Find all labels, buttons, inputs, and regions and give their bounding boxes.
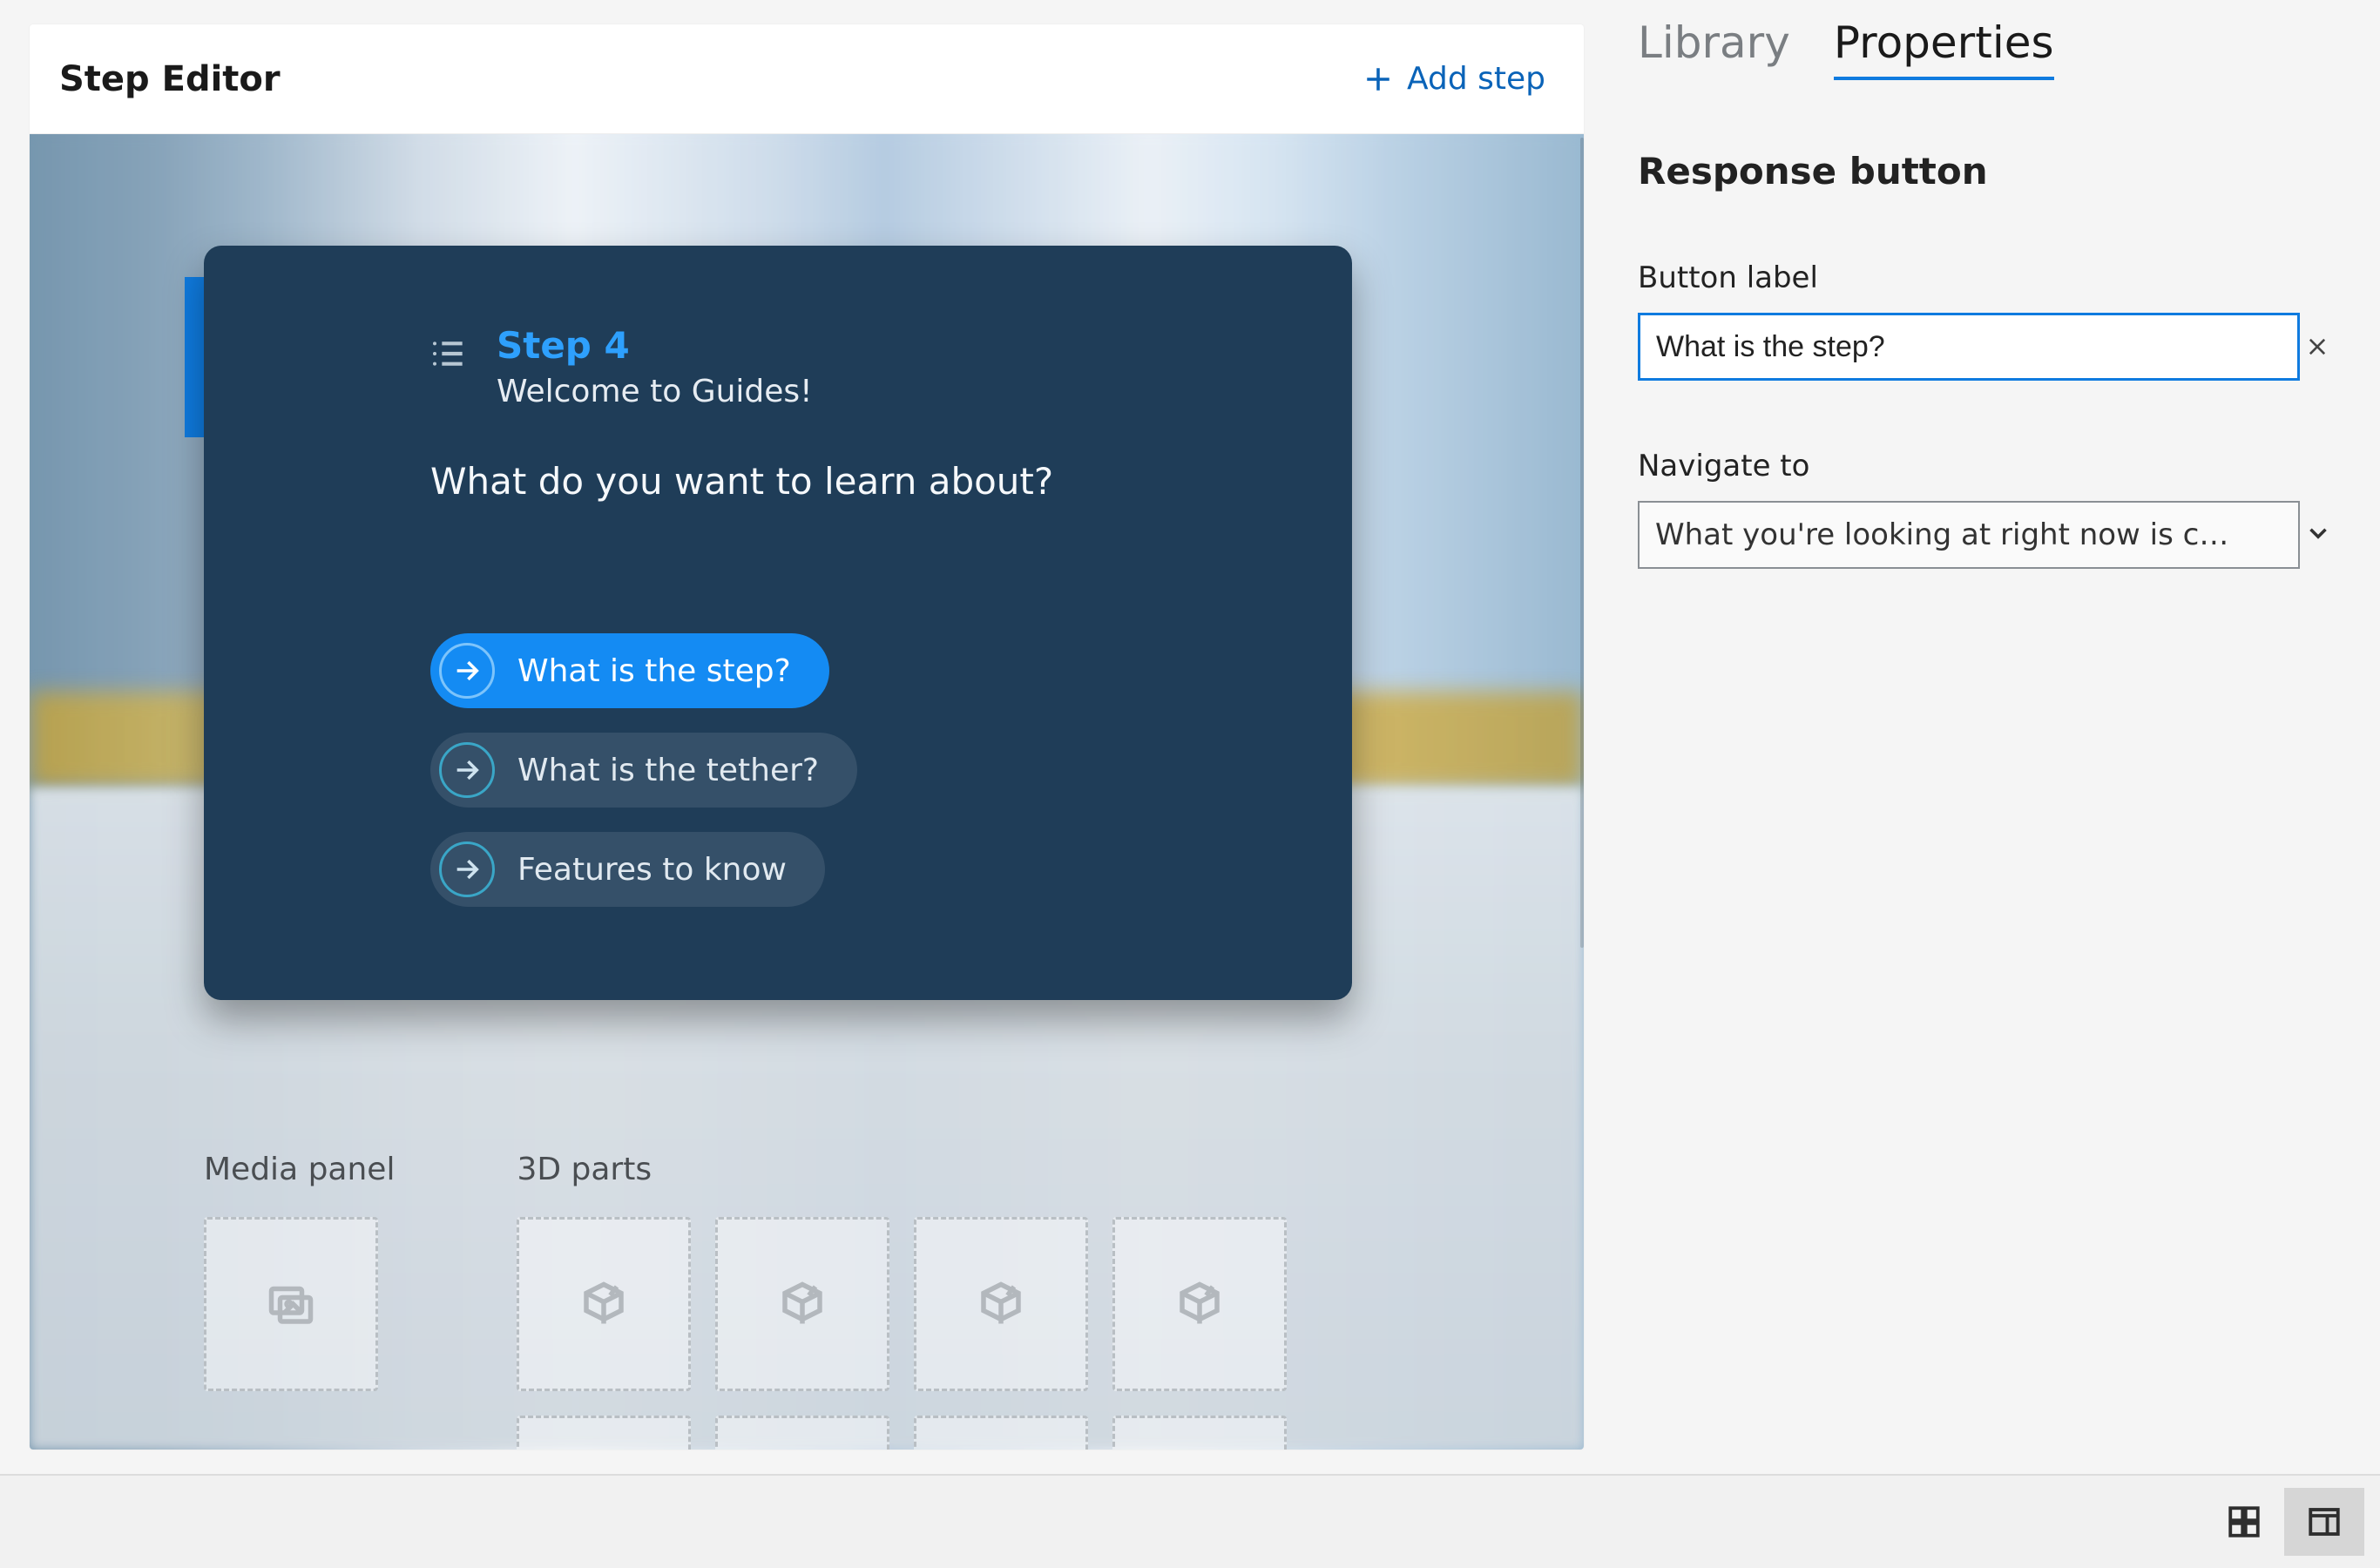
navigate-to-value: What you're looking at right now is call… (1655, 517, 2246, 552)
response-label: What is the tether? (517, 753, 819, 788)
numbered-list-icon (430, 336, 465, 371)
3d-part-slot[interactable] (1112, 1416, 1287, 1450)
image-icon (265, 1278, 317, 1330)
close-icon (2305, 335, 2329, 359)
clear-input-button[interactable] (2289, 313, 2345, 381)
arrow-right-icon (439, 841, 495, 897)
3d-part-slot[interactable] (517, 1217, 691, 1391)
cube-icon (578, 1278, 630, 1330)
navigate-to-field-label: Navigate to (1638, 449, 2345, 483)
tab-properties[interactable]: Properties (1834, 17, 2054, 80)
responses-list: What is the step? What is the tether? Fe… (430, 633, 1291, 907)
chevron-down-icon (2303, 518, 2333, 551)
plus-icon (1363, 64, 1393, 94)
3d-parts-title: 3D parts (517, 1152, 1287, 1187)
arrow-right-icon (439, 643, 495, 699)
button-label-field-label: Button label (1638, 260, 2345, 295)
3d-part-slot[interactable] (1112, 1217, 1287, 1391)
media-slot[interactable] (204, 1217, 378, 1391)
editor-header: Step Editor Add step (30, 24, 1584, 134)
editor-stage: Step 4 Welcome to Guides! What do you wa… (30, 134, 1584, 1450)
step-subtitle: Welcome to Guides! (497, 374, 813, 409)
3d-part-slot[interactable] (517, 1416, 691, 1450)
editor-shell: Step Editor Add step (30, 24, 1584, 1450)
response-button-3[interactable]: Features to know (430, 832, 825, 907)
cube-icon (776, 1278, 828, 1330)
section-title: Response button (1638, 150, 2345, 193)
step-question: What do you want to learn about? (430, 460, 1291, 503)
tab-library[interactable]: Library (1638, 17, 1790, 80)
grid-view-button[interactable] (2204, 1488, 2284, 1556)
response-label: What is the step? (517, 653, 791, 689)
panel-layout-icon (2306, 1504, 2343, 1540)
3d-part-slot[interactable] (914, 1217, 1088, 1391)
response-button-2[interactable]: What is the tether? (430, 733, 857, 808)
navigate-to-select[interactable]: What you're looking at right now is call… (1638, 501, 2300, 569)
step-card: Step 4 Welcome to Guides! What do you wa… (204, 246, 1352, 1000)
cube-icon (1173, 1278, 1226, 1330)
grid-icon (2226, 1504, 2262, 1540)
properties-pane: Library Properties Response button Butto… (1603, 0, 2380, 1474)
3d-part-slot[interactable] (715, 1416, 889, 1450)
add-step-button[interactable]: Add step (1363, 61, 1545, 97)
3d-part-slot[interactable] (914, 1416, 1088, 1450)
response-button-1[interactable]: What is the step? (430, 633, 829, 708)
button-label-input[interactable] (1638, 313, 2300, 381)
cube-icon (975, 1278, 1027, 1330)
editor-title: Step Editor (59, 59, 281, 99)
add-step-label: Add step (1407, 61, 1545, 97)
step-number: Step 4 (497, 324, 813, 367)
response-label: Features to know (517, 852, 787, 888)
media-panel-title: Media panel (204, 1152, 395, 1187)
panel-view-button[interactable] (2284, 1488, 2364, 1556)
3d-part-slot[interactable] (715, 1217, 889, 1391)
arrow-right-icon (439, 742, 495, 798)
bottom-bar (0, 1474, 2380, 1568)
